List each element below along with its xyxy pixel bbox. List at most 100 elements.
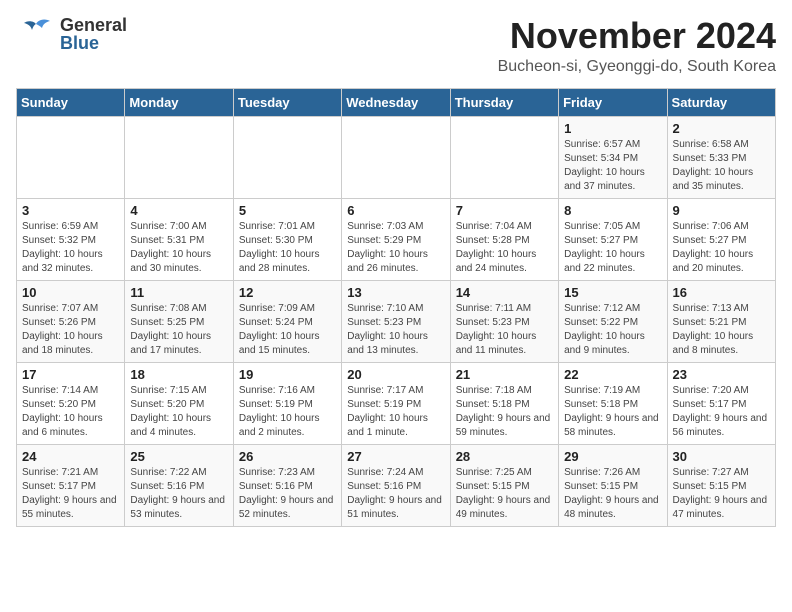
- calendar-cell: 12 Sunrise: 7:09 AM Sunset: 5:24 PM Dayli…: [233, 280, 341, 362]
- day-number: 29: [564, 449, 661, 464]
- day-info: Sunrise: 7:03 AM Sunset: 5:29 PM Dayligh…: [347, 220, 444, 276]
- day-info: Sunrise: 7:07 AM Sunset: 5:26 PM Dayligh…: [22, 302, 119, 358]
- column-header-sunday: Sunday: [17, 88, 125, 116]
- day-info: Sunrise: 7:27 AM Sunset: 5:15 PM Dayligh…: [673, 466, 770, 522]
- day-number: 21: [456, 367, 553, 382]
- column-header-thursday: Thursday: [450, 88, 558, 116]
- calendar-week-row: 3 Sunrise: 6:59 AM Sunset: 5:32 PM Daylig…: [17, 198, 776, 280]
- calendar-cell: 22 Sunrise: 7:19 AM Sunset: 5:18 PM Dayli…: [559, 362, 667, 444]
- day-number: 19: [239, 367, 336, 382]
- column-header-friday: Friday: [559, 88, 667, 116]
- day-info: Sunrise: 7:25 AM Sunset: 5:15 PM Dayligh…: [456, 466, 553, 522]
- logo-icon: [16, 16, 56, 52]
- day-number: 14: [456, 285, 553, 300]
- calendar-cell: 16 Sunrise: 7:13 AM Sunset: 5:21 PM Dayli…: [667, 280, 775, 362]
- day-info: Sunrise: 7:05 AM Sunset: 5:27 PM Dayligh…: [564, 220, 661, 276]
- day-info: Sunrise: 7:12 AM Sunset: 5:22 PM Dayligh…: [564, 302, 661, 358]
- day-number: 3: [22, 203, 119, 218]
- day-info: Sunrise: 7:22 AM Sunset: 5:16 PM Dayligh…: [130, 466, 227, 522]
- day-info: Sunrise: 7:20 AM Sunset: 5:17 PM Dayligh…: [673, 384, 770, 440]
- calendar-cell: 9 Sunrise: 7:06 AM Sunset: 5:27 PM Daylig…: [667, 198, 775, 280]
- calendar-cell: 15 Sunrise: 7:12 AM Sunset: 5:22 PM Dayli…: [559, 280, 667, 362]
- calendar-header-row: SundayMondayTuesdayWednesdayThursdayFrid…: [17, 88, 776, 116]
- day-info: Sunrise: 7:17 AM Sunset: 5:19 PM Dayligh…: [347, 384, 444, 440]
- calendar-cell: 6 Sunrise: 7:03 AM Sunset: 5:29 PM Daylig…: [342, 198, 450, 280]
- calendar-cell: 28 Sunrise: 7:25 AM Sunset: 5:15 PM Dayli…: [450, 444, 558, 526]
- day-info: Sunrise: 7:18 AM Sunset: 5:18 PM Dayligh…: [456, 384, 553, 440]
- calendar-week-row: 24 Sunrise: 7:21 AM Sunset: 5:17 PM Dayli…: [17, 444, 776, 526]
- day-info: Sunrise: 7:21 AM Sunset: 5:17 PM Dayligh…: [22, 466, 119, 522]
- day-info: Sunrise: 7:16 AM Sunset: 5:19 PM Dayligh…: [239, 384, 336, 440]
- calendar-cell: [342, 116, 450, 198]
- calendar-table: SundayMondayTuesdayWednesdayThursdayFrid…: [16, 88, 776, 527]
- day-info: Sunrise: 7:13 AM Sunset: 5:21 PM Dayligh…: [673, 302, 770, 358]
- calendar-cell: 14 Sunrise: 7:11 AM Sunset: 5:23 PM Dayli…: [450, 280, 558, 362]
- day-number: 7: [456, 203, 553, 218]
- day-number: 15: [564, 285, 661, 300]
- calendar-cell: 23 Sunrise: 7:20 AM Sunset: 5:17 PM Dayli…: [667, 362, 775, 444]
- calendar-cell: 25Sunrise: 7:22 AM Sunset: 5:16 PM Dayli…: [125, 444, 233, 526]
- day-info: Sunrise: 7:26 AM Sunset: 5:15 PM Dayligh…: [564, 466, 661, 522]
- day-number: 26: [239, 449, 336, 464]
- calendar-week-row: 1 Sunrise: 6:57 AM Sunset: 5:34 PM Daylig…: [17, 116, 776, 198]
- day-number: 17: [22, 367, 119, 382]
- calendar-cell: 2Sunrise: 6:58 AM Sunset: 5:33 PM Daylig…: [667, 116, 775, 198]
- day-info: Sunrise: 7:08 AM Sunset: 5:25 PM Dayligh…: [130, 302, 227, 358]
- day-info: Sunrise: 6:59 AM Sunset: 5:32 PM Dayligh…: [22, 220, 119, 276]
- day-number: 16: [673, 285, 770, 300]
- day-info: Sunrise: 7:09 AM Sunset: 5:24 PM Dayligh…: [239, 302, 336, 358]
- day-number: 30: [673, 449, 770, 464]
- calendar-cell: 5 Sunrise: 7:01 AM Sunset: 5:30 PM Daylig…: [233, 198, 341, 280]
- day-number: 2: [673, 121, 770, 136]
- day-number: 24: [22, 449, 119, 464]
- calendar-cell: 24 Sunrise: 7:21 AM Sunset: 5:17 PM Dayli…: [17, 444, 125, 526]
- day-info: Sunrise: 7:01 AM Sunset: 5:30 PM Dayligh…: [239, 220, 336, 276]
- calendar-cell: 10 Sunrise: 7:07 AM Sunset: 5:26 PM Dayli…: [17, 280, 125, 362]
- calendar-cell: [450, 116, 558, 198]
- day-info: Sunrise: 7:11 AM Sunset: 5:23 PM Dayligh…: [456, 302, 553, 358]
- calendar-cell: 3 Sunrise: 6:59 AM Sunset: 5:32 PM Daylig…: [17, 198, 125, 280]
- column-header-wednesday: Wednesday: [342, 88, 450, 116]
- day-number: 4: [130, 203, 227, 218]
- day-info: Sunrise: 7:00 AM Sunset: 5:31 PM Dayligh…: [130, 220, 227, 276]
- day-number: 8: [564, 203, 661, 218]
- day-number: 12: [239, 285, 336, 300]
- calendar-cell: [233, 116, 341, 198]
- month-title: November 2024: [498, 16, 776, 56]
- calendar-cell: 13Sunrise: 7:10 AM Sunset: 5:23 PM Dayli…: [342, 280, 450, 362]
- day-number: 10: [22, 285, 119, 300]
- calendar-week-row: 10 Sunrise: 7:07 AM Sunset: 5:26 PM Dayli…: [17, 280, 776, 362]
- logo-text: General Blue: [60, 16, 127, 52]
- day-number: 23: [673, 367, 770, 382]
- day-number: 28: [456, 449, 553, 464]
- calendar-cell: [17, 116, 125, 198]
- calendar-cell: 11 Sunrise: 7:08 AM Sunset: 5:25 PM Dayli…: [125, 280, 233, 362]
- calendar-cell: 20Sunrise: 7:17 AM Sunset: 5:19 PM Dayli…: [342, 362, 450, 444]
- day-info: Sunrise: 7:24 AM Sunset: 5:16 PM Dayligh…: [347, 466, 444, 522]
- calendar-cell: 17Sunrise: 7:14 AM Sunset: 5:20 PM Dayli…: [17, 362, 125, 444]
- calendar-cell: 18Sunrise: 7:15 AM Sunset: 5:20 PM Dayli…: [125, 362, 233, 444]
- calendar-cell: 7Sunrise: 7:04 AM Sunset: 5:28 PM Daylig…: [450, 198, 558, 280]
- day-number: 1: [564, 121, 661, 136]
- logo: General Blue: [16, 16, 127, 52]
- page-header: General Blue November 2024 Bucheon-si, G…: [16, 16, 776, 76]
- day-number: 9: [673, 203, 770, 218]
- day-info: Sunrise: 7:10 AM Sunset: 5:23 PM Dayligh…: [347, 302, 444, 358]
- calendar-week-row: 17Sunrise: 7:14 AM Sunset: 5:20 PM Dayli…: [17, 362, 776, 444]
- calendar-cell: 29 Sunrise: 7:26 AM Sunset: 5:15 PM Dayli…: [559, 444, 667, 526]
- logo-blue: Blue: [60, 34, 127, 52]
- calendar-cell: 19 Sunrise: 7:16 AM Sunset: 5:19 PM Dayli…: [233, 362, 341, 444]
- column-header-monday: Monday: [125, 88, 233, 116]
- calendar-cell: 27 Sunrise: 7:24 AM Sunset: 5:16 PM Dayli…: [342, 444, 450, 526]
- day-number: 5: [239, 203, 336, 218]
- day-info: Sunrise: 6:57 AM Sunset: 5:34 PM Dayligh…: [564, 138, 661, 194]
- day-number: 11: [130, 285, 227, 300]
- day-info: Sunrise: 7:06 AM Sunset: 5:27 PM Dayligh…: [673, 220, 770, 276]
- day-number: 27: [347, 449, 444, 464]
- day-number: 6: [347, 203, 444, 218]
- day-number: 22: [564, 367, 661, 382]
- day-info: Sunrise: 7:23 AM Sunset: 5:16 PM Dayligh…: [239, 466, 336, 522]
- logo-general: General: [60, 16, 127, 34]
- day-info: Sunrise: 7:19 AM Sunset: 5:18 PM Dayligh…: [564, 384, 661, 440]
- calendar-cell: 1 Sunrise: 6:57 AM Sunset: 5:34 PM Daylig…: [559, 116, 667, 198]
